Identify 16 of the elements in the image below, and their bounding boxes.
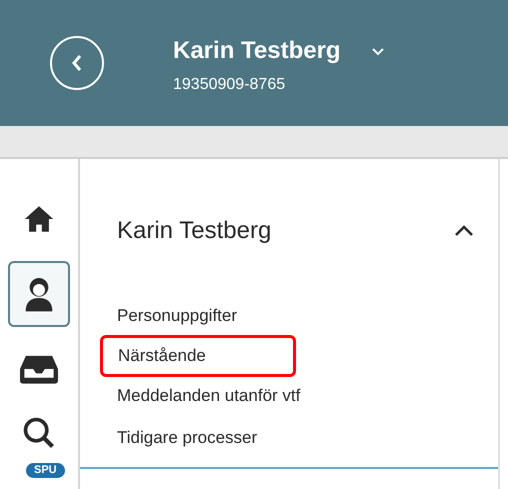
back-button[interactable] [50,36,104,90]
chevron-down-icon[interactable] [370,46,385,56]
back-icon [70,53,84,73]
rail-button[interactable] [8,261,70,327]
panel-link[interactable]: Personuppgifter [100,295,238,337]
spu-badge: SPU [26,463,65,478]
panel-link[interactable]: Tidigare processer [100,417,258,459]
person-id: 19350909-8765 [173,75,286,95]
patient-name: Karin Testberg [173,36,341,66]
panel-title: Karin Testberg [117,216,272,246]
panel-link[interactable]: Meddelanden utanför vtf [100,375,300,417]
search-icon [22,416,56,450]
person-icon [23,275,55,313]
chevron-up-icon [454,225,474,237]
panel-link[interactable]: Närstående [100,335,296,377]
inbox-icon [20,354,58,384]
